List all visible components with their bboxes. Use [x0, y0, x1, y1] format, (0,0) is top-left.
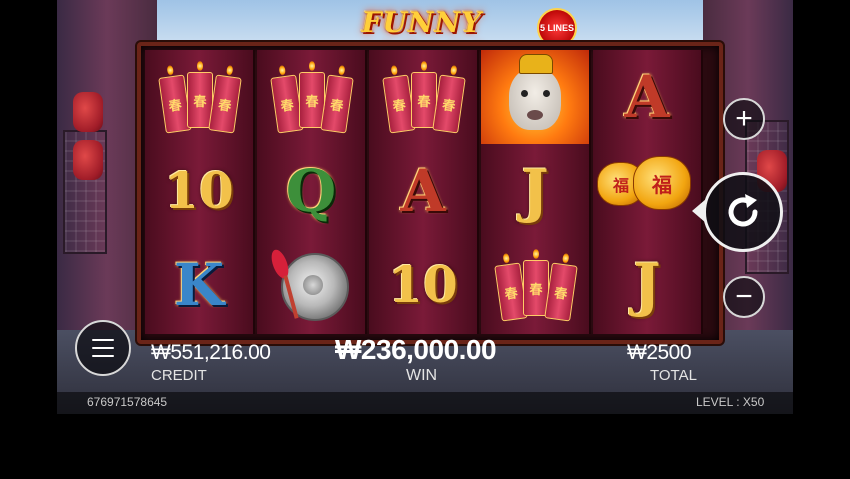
firecracker-stick: 春 [320, 74, 354, 134]
footer-bar [57, 392, 793, 414]
lanterns-icon: 福 福 [593, 144, 701, 238]
firecracker-icon: 春 春 春 [154, 61, 244, 134]
alpaca-nose [527, 110, 543, 120]
credit-label: CREDIT [151, 367, 207, 384]
hamburger-line [92, 355, 114, 357]
symbol-j: J [593, 238, 701, 332]
symbol-text: J [633, 251, 661, 319]
spin-notch [692, 199, 706, 223]
symbol-a: A [593, 50, 701, 144]
gong-icon [268, 245, 351, 325]
symbol-alpaca [481, 50, 589, 144]
symbol-text: 10 [164, 161, 234, 220]
symbol-gong [257, 238, 365, 332]
symbol-text: J [521, 157, 549, 225]
refresh-icon [728, 194, 758, 227]
symbol-text: A [400, 157, 446, 225]
symbol-firecracker: 春 春 春 [481, 238, 589, 332]
reel-2: 春 春 春 Q [257, 50, 367, 334]
symbol-q: Q [257, 144, 365, 238]
symbol-k: K [145, 238, 253, 332]
bet-increase-button[interactable]: + [723, 98, 765, 140]
menu-button[interactable] [75, 320, 131, 376]
session-id: 676971578645 [87, 395, 168, 409]
symbol-text: Q [285, 157, 337, 225]
credit-value: ₩551,216.00 [151, 341, 271, 364]
lantern-right: 福 [633, 156, 691, 210]
win-value: ₩236,000.00 [335, 334, 497, 365]
symbol-firecracker: 春 春 春 [369, 50, 477, 144]
symbol-firecracker: 春 春 春 [145, 50, 253, 144]
firecracker-icon: 春 春 春 [266, 61, 356, 134]
symbol-10: 10 [369, 238, 477, 332]
firecracker-stick: 春 [432, 74, 466, 134]
bet-decrease-button[interactable]: − [723, 276, 765, 318]
symbol-lanterns: 福 福 [593, 144, 701, 238]
spin-button[interactable] [692, 172, 783, 252]
game-logo: FUNNY ALPACA 5 LINES [307, 6, 577, 72]
hanging-lantern-icon [73, 140, 103, 180]
minus-icon: − [735, 280, 753, 313]
firecracker-icon: 春 春 春 [378, 61, 468, 134]
hanging-lantern-icon [73, 92, 103, 132]
hamburger-icon [92, 339, 114, 357]
reel-frame: 春 春 春 10 K 春 春 春 Q 春 春 春 A 10 J 春 春 春 A … [137, 42, 723, 344]
reel-4: J 春 春 春 [481, 50, 591, 334]
gong-boss [303, 275, 323, 295]
plus-icon: + [735, 102, 753, 135]
alpaca-wild-icon [481, 50, 589, 144]
symbol-text: K [173, 251, 225, 319]
symbol-text: 10 [388, 255, 458, 314]
win-label: WIN [406, 367, 438, 384]
reel-3: 春 春 春 A 10 [369, 50, 479, 334]
firecracker-icon: 春 春 春 [490, 249, 580, 322]
alpaca-eye [543, 90, 550, 97]
symbol-text: A [624, 63, 670, 131]
hamburger-line [92, 339, 114, 341]
symbol-10: 10 [145, 144, 253, 238]
symbol-j: J [481, 144, 589, 238]
symbol-a: A [369, 144, 477, 238]
hamburger-line [92, 347, 114, 349]
alpaca-head [509, 68, 561, 130]
lines-badge-label: 5 LINES [539, 23, 574, 33]
symbol-firecracker: 春 春 春 [257, 50, 365, 144]
reel-1: 春 春 春 10 K [145, 50, 255, 334]
reel-5: A 福 福 J [593, 50, 703, 334]
alpaca-eye [521, 90, 528, 97]
firecracker-stick: 春 [544, 262, 578, 322]
firecracker-stick: 春 [208, 74, 242, 134]
game-screen: FUNNY ALPACA 5 LINES 春 春 春 10 K [57, 0, 793, 414]
level-indicator: LEVEL : X50 [696, 395, 765, 409]
alpaca-hat [519, 54, 553, 74]
total-bet-value: ₩2500 [627, 341, 692, 364]
total-bet-label: TOTAL [650, 367, 697, 384]
